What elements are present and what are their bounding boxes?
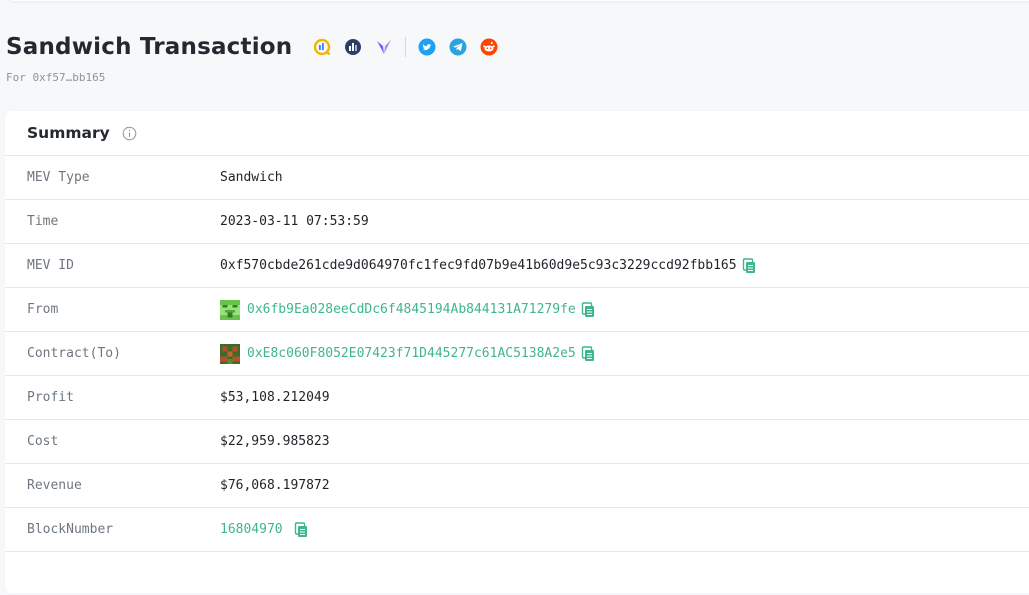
cost-text: $22,959.985823 — [220, 434, 330, 449]
cost-value: $22,959.985823 — [220, 434, 330, 449]
analytics-q-icon[interactable] — [312, 37, 332, 57]
mev-id-value: 0xf570cbde261cde9d064970fc1fec9fd07b9e41… — [220, 257, 757, 274]
row-revenue: Revenue $76,068.197872 — [5, 464, 1029, 508]
block-number-value: 16804970 — [220, 521, 309, 538]
mev-id-text: 0xf570cbde261cde9d064970fc1fec9fd07b9e41… — [220, 258, 737, 273]
revenue-value: $76,068.197872 — [220, 478, 330, 493]
contract-address-link[interactable]: 0xE8c060F8052E07423f71D445277c61AC5138A2… — [247, 346, 576, 361]
mev-id-label: MEV ID — [27, 258, 74, 273]
time-value: 2023-03-11 07:53:59 — [220, 214, 369, 229]
top-bar — [5, 0, 1029, 1]
row-time: Time 2023-03-11 07:53:59 — [5, 200, 1029, 244]
row-profit: Profit $53,108.212049 — [5, 376, 1029, 420]
telegram-icon[interactable] — [448, 37, 468, 57]
from-avatar — [220, 299, 240, 320]
contract-label: Contract(To) — [27, 346, 121, 361]
row-contract: Contract(To) 0xE8c060F8052E07423f71D4452… — [5, 332, 1029, 376]
profit-text: $53,108.212049 — [220, 390, 330, 405]
row-mev-id: MEV ID 0xf570cbde261cde9d064970fc1fec9fd… — [5, 244, 1029, 288]
arrow-y-icon[interactable] — [374, 37, 394, 57]
time-text: 2023-03-11 07:53:59 — [220, 214, 369, 229]
block-number-link[interactable]: 16804970 — [220, 522, 283, 537]
row-mev-type: MEV Type Sandwich — [5, 156, 1029, 200]
copy-icon[interactable] — [741, 257, 757, 274]
block-number-label: BlockNumber — [27, 522, 114, 537]
cost-label: Cost — [27, 434, 59, 449]
page-title: Sandwich Transaction — [6, 34, 293, 60]
page-header: Sandwich Transaction — [6, 30, 510, 64]
from-address-link[interactable]: 0x6fb9Ea028eeCdDc6f4845194Ab844131A71279… — [247, 302, 576, 317]
revenue-label: Revenue — [27, 478, 82, 493]
copy-icon[interactable] — [580, 345, 596, 362]
row-block-number: BlockNumber 16804970 — [5, 508, 1029, 552]
mev-type-text: Sandwich — [220, 170, 283, 185]
profit-value: $53,108.212049 — [220, 390, 330, 405]
icon-divider — [405, 37, 407, 57]
chart-icon[interactable] — [343, 37, 363, 57]
copy-icon[interactable] — [293, 521, 309, 538]
row-from: From 0x6fb9Ea028eeCdDc6f4845194Ab844131A… — [5, 288, 1029, 332]
reddit-icon[interactable] — [479, 37, 499, 57]
info-icon[interactable] — [122, 126, 137, 141]
copy-icon[interactable] — [580, 301, 596, 318]
profit-label: Profit — [27, 390, 74, 405]
time-label: Time — [27, 214, 59, 229]
summary-header: Summary — [5, 111, 1029, 156]
mev-type-label: MEV Type — [27, 170, 90, 185]
contract-value: 0xE8c060F8052E07423f71D445277c61AC5138A2… — [220, 343, 596, 364]
from-value: 0x6fb9Ea028eeCdDc6f4845194Ab844131A71279… — [220, 299, 596, 320]
summary-title: Summary — [27, 124, 110, 142]
page-subtitle: For 0xf57…bb165 — [6, 71, 106, 84]
from-label: From — [27, 302, 59, 317]
mev-type-value: Sandwich — [220, 170, 283, 185]
contract-avatar — [220, 343, 240, 364]
row-cost: Cost $22,959.985823 — [5, 420, 1029, 464]
revenue-text: $76,068.197872 — [220, 478, 330, 493]
share-icons — [312, 37, 510, 57]
summary-card: Summary MEV Type Sandwich Time 2023-03-1… — [5, 111, 1029, 593]
twitter-icon[interactable] — [417, 37, 437, 57]
